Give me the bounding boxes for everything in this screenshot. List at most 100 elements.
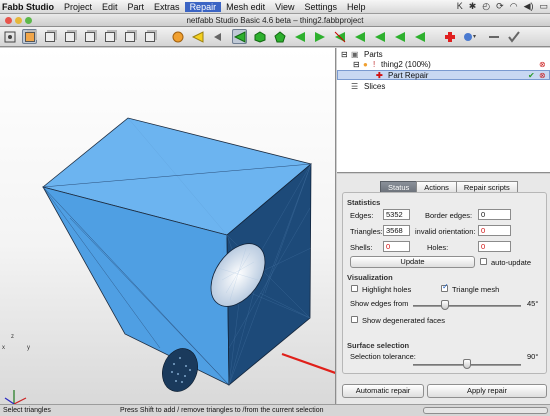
highlight-holes-checkbox[interactable] bbox=[351, 285, 358, 292]
apply-repair-button[interactable]: Apply repair bbox=[427, 384, 547, 398]
deselect-icon[interactable] bbox=[332, 29, 347, 44]
battery-icon[interactable]: ▭ bbox=[539, 1, 548, 12]
edges-value: 5352 bbox=[383, 209, 410, 220]
axis-z-label: z bbox=[11, 334, 14, 340]
cube-icon bbox=[124, 31, 135, 42]
cube-icon bbox=[44, 31, 55, 42]
menu-project[interactable]: Project bbox=[59, 2, 97, 12]
menu-repair[interactable]: Repair bbox=[184, 1, 222, 12]
select-all-icon[interactable] bbox=[292, 29, 307, 44]
axis-y-label: y bbox=[27, 345, 30, 351]
tree-part-repair-label: Part Repair bbox=[388, 71, 429, 80]
orthogonal-view-icon[interactable] bbox=[2, 29, 17, 44]
selection-tolerance-slider-knob[interactable] bbox=[463, 359, 471, 369]
select-surfaces-icon[interactable] bbox=[252, 29, 267, 44]
warning-icon: ! bbox=[373, 60, 376, 69]
progress-bar bbox=[423, 407, 548, 414]
collapse-icon[interactable]: ⊟ bbox=[341, 50, 348, 60]
view-top-button[interactable] bbox=[42, 29, 57, 44]
triangle-mesh-checkbox[interactable] bbox=[441, 282, 449, 292]
show-edges-slider-knob[interactable] bbox=[441, 300, 450, 310]
add-triangle-icon[interactable] bbox=[442, 29, 457, 44]
menu-view[interactable]: View bbox=[270, 2, 299, 12]
shells-value: 0 bbox=[383, 241, 410, 252]
select-triangles-button[interactable] bbox=[232, 29, 247, 44]
remove-part-icon[interactable]: ⊗ bbox=[539, 60, 546, 70]
zoom-window-button[interactable] bbox=[25, 17, 32, 24]
triangles-value: 3568 bbox=[383, 225, 410, 236]
axis-triad bbox=[4, 390, 27, 404]
wifi-icon[interactable]: ◠ bbox=[510, 1, 518, 12]
menu-mesh-edit[interactable]: Mesh edit bbox=[221, 2, 270, 12]
update-button[interactable]: Update bbox=[350, 256, 475, 268]
menu-edit[interactable]: Edit bbox=[97, 2, 123, 12]
show-edges-slider[interactable] bbox=[413, 305, 521, 307]
holes-value: 0 bbox=[478, 241, 511, 252]
triangle-mesh-label: Triangle mesh bbox=[452, 285, 500, 294]
invalid-orientation-label: invalid orientation: bbox=[415, 227, 476, 236]
show-edges-label: Show edges from bbox=[350, 299, 409, 308]
shells-label: Shells: bbox=[350, 243, 373, 252]
view-bottom-button[interactable] bbox=[62, 29, 77, 44]
orange-sphere-icon[interactable] bbox=[170, 29, 185, 44]
repair-panel: Status Actions Repair scripts Statistics… bbox=[337, 174, 550, 404]
menu-extras[interactable]: Extras bbox=[149, 2, 185, 12]
remove-icon[interactable] bbox=[486, 29, 501, 44]
system-tray: K ✱ ◴ ⟳ ◠ ◀) ▭ bbox=[457, 1, 548, 12]
view-right-button[interactable] bbox=[142, 29, 157, 44]
slices-icon: ☰ bbox=[351, 82, 359, 91]
cancel-repair-icon[interactable]: ⊗ bbox=[539, 71, 546, 81]
border-edges-value: 0 bbox=[478, 209, 511, 220]
tree-part-repair[interactable]: ✚ Part Repair ✔ ⊗ bbox=[337, 70, 550, 80]
app-menu[interactable]: Fabb Studio bbox=[0, 2, 59, 12]
view-back-button[interactable] bbox=[102, 29, 117, 44]
select-holes-icon[interactable] bbox=[412, 29, 427, 44]
degenerated-faces-label: Show degenerated faces bbox=[362, 316, 445, 325]
automatic-repair-button[interactable]: Automatic repair bbox=[342, 384, 424, 398]
yellow-triangle-icon[interactable] bbox=[190, 29, 205, 44]
volume-icon[interactable]: ◀) bbox=[524, 1, 534, 12]
k-tray-icon[interactable]: K bbox=[457, 1, 463, 12]
part-model-render bbox=[4, 117, 335, 404]
selection-tolerance-value: 90° bbox=[527, 352, 539, 361]
show-edges-value: 45° bbox=[527, 299, 539, 308]
confirm-check-icon[interactable]: ✔ bbox=[528, 71, 535, 81]
settings-icon[interactable] bbox=[462, 29, 477, 44]
view-perspective-button[interactable] bbox=[22, 29, 37, 44]
menu-part[interactable]: Part bbox=[123, 2, 150, 12]
visualization-header: Visualization bbox=[347, 273, 393, 282]
tree-slices[interactable]: ☰ Slices bbox=[337, 82, 550, 92]
menu-settings[interactable]: Settings bbox=[299, 2, 342, 12]
tree-parts[interactable]: ⊟ ▣ Parts bbox=[337, 50, 550, 60]
grow-selection-icon[interactable] bbox=[352, 29, 367, 44]
bluetooth-icon[interactable]: ✱ bbox=[469, 1, 477, 12]
menu-help[interactable]: Help bbox=[342, 2, 371, 12]
tree-slices-label: Slices bbox=[364, 82, 386, 91]
view-left-button[interactable] bbox=[122, 29, 137, 44]
degenerated-faces-checkbox[interactable] bbox=[351, 316, 358, 323]
close-window-button[interactable] bbox=[5, 17, 12, 24]
repair-cross-icon: ✚ bbox=[376, 71, 383, 80]
select-shells-icon[interactable] bbox=[272, 29, 287, 44]
tree-part-thing2[interactable]: ⊟ ● ! thing2 (100%) ⊗ bbox=[337, 60, 550, 70]
shrink-selection-icon[interactable] bbox=[372, 29, 387, 44]
select-arrow-icon[interactable] bbox=[210, 29, 225, 44]
invert-selection-icon[interactable] bbox=[312, 29, 327, 44]
auto-update-checkbox[interactable] bbox=[480, 258, 487, 265]
minimize-window-button[interactable] bbox=[15, 17, 22, 24]
collapse-icon[interactable]: ⊟ bbox=[353, 60, 360, 70]
parts-icon: ▣ bbox=[351, 50, 359, 59]
sync-icon[interactable]: ⟳ bbox=[496, 1, 504, 12]
view-front-button[interactable] bbox=[82, 29, 97, 44]
annotation-arrow bbox=[281, 352, 335, 375]
triangles-label: Triangles: bbox=[350, 227, 383, 236]
surface-selection-header: Surface selection bbox=[347, 341, 410, 350]
project-tree: ⊟ ▣ Parts ⊟ ● ! thing2 (100%) ⊗ ✚ Part R… bbox=[337, 48, 550, 173]
selection-tolerance-label: Selection tolerance: bbox=[350, 352, 416, 361]
3d-viewport[interactable]: z y x bbox=[0, 48, 336, 404]
apply-checkmark-icon[interactable] bbox=[506, 29, 521, 44]
border-edges-label: Border edges: bbox=[425, 211, 473, 220]
select-border-icon[interactable] bbox=[392, 29, 407, 44]
toolbar bbox=[0, 27, 550, 47]
time-machine-icon[interactable]: ◴ bbox=[482, 1, 490, 12]
